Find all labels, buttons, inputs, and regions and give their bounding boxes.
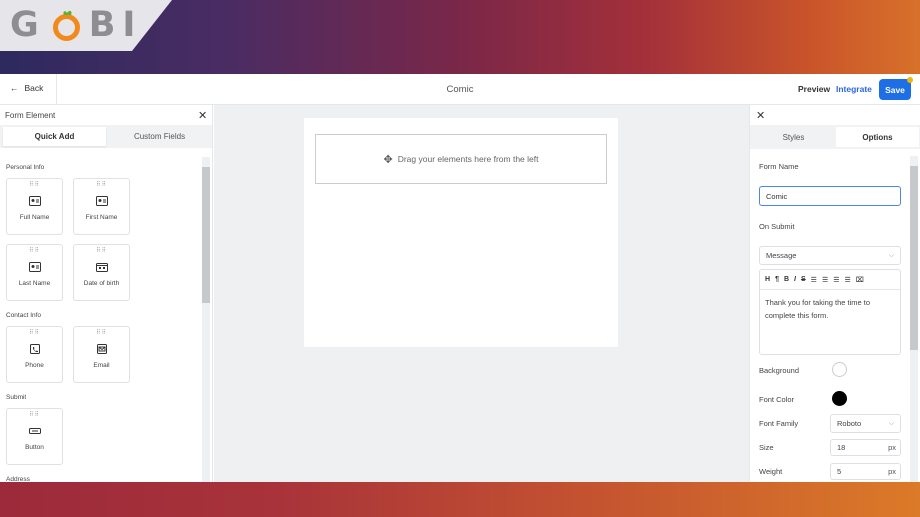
- element-label: Button: [25, 444, 44, 451]
- tab-options[interactable]: Options: [836, 127, 919, 147]
- element-label: Phone: [25, 362, 44, 369]
- gobi-logo: G BI: [10, 5, 141, 45]
- settings-panel: ✕ Styles Options Form Name Comic On Subm…: [749, 105, 920, 482]
- tab-custom-fields[interactable]: Custom Fields: [108, 127, 211, 146]
- on-submit-select[interactable]: Message ⌵: [759, 246, 901, 265]
- size-unit: px: [888, 443, 896, 452]
- divider: [56, 74, 57, 105]
- notification-dot: [907, 77, 913, 83]
- chevron-down-icon: ⌵: [888, 252, 894, 259]
- save-button[interactable]: Save: [879, 79, 911, 100]
- background-color-swatch[interactable]: [832, 362, 847, 377]
- element-label: Full Name: [19, 214, 50, 221]
- font-color-swatch[interactable]: [832, 391, 847, 406]
- section-submit: Submit: [6, 394, 27, 401]
- editor-topbar: ← Back Comic Preview Integrate Save: [0, 74, 920, 105]
- scrollbar-thumb[interactable]: [910, 166, 918, 350]
- weight-unit: px: [888, 467, 896, 476]
- element-label: Email: [93, 362, 110, 369]
- size-label: Size: [759, 443, 774, 452]
- element-button[interactable]: ⠿⠿ Button: [6, 408, 63, 465]
- back-button[interactable]: ← Back: [10, 74, 57, 105]
- drag-handle-icon: ⠿⠿: [96, 182, 107, 188]
- drag-handle-icon: ⠿⠿: [96, 330, 107, 336]
- element-date-of-birth[interactable]: ⠿⠿ Date of birth: [73, 244, 130, 301]
- form-name-input[interactable]: Comic: [759, 186, 901, 206]
- font-color-label: Font Color: [759, 395, 795, 404]
- message-text[interactable]: Thank you for taking the time to complet…: [760, 290, 900, 328]
- strikethrough-icon[interactable]: S: [801, 276, 806, 283]
- element-label: Last Name: [18, 280, 51, 287]
- dropzone[interactable]: ✥ Drag your elements here from the left: [315, 134, 607, 184]
- font-family-value: Roboto: [837, 419, 862, 428]
- settings-tabs: Styles Options: [750, 125, 920, 149]
- element-email[interactable]: ⠿⠿ Email: [73, 326, 130, 383]
- back-label: Back: [24, 83, 44, 93]
- drag-handle-icon: ⠿⠿: [29, 412, 40, 418]
- form-name-label: Form Name: [759, 162, 799, 171]
- align-center-icon[interactable]: ☰: [822, 276, 828, 284]
- move-icon: ✥: [383, 153, 393, 166]
- italic-icon[interactable]: I: [794, 276, 796, 283]
- weight-value: 5: [837, 467, 842, 476]
- form-element-panel: Form Element ✕ Quick Add Custom Fields P…: [0, 105, 213, 483]
- id-card-icon: [95, 196, 108, 206]
- tab-styles[interactable]: Styles: [752, 127, 835, 147]
- element-label: Date of birth: [83, 280, 120, 287]
- element-full-name[interactable]: ⠿⠿ Full Name: [6, 178, 63, 235]
- drag-handle-icon: ⠿⠿: [29, 182, 40, 188]
- weight-input[interactable]: 5 px: [830, 463, 901, 480]
- preview-link[interactable]: Preview: [798, 84, 830, 94]
- integrate-link[interactable]: Integrate: [836, 84, 872, 94]
- right-scrollbar[interactable]: [910, 156, 918, 482]
- on-submit-value: Message: [766, 251, 797, 260]
- scrollbar-thumb[interactable]: [202, 167, 210, 303]
- element-first-name[interactable]: ⠿⠿ First Name: [73, 178, 130, 235]
- element-phone[interactable]: ⠿⠿ Phone: [6, 326, 63, 383]
- id-card-icon: [28, 196, 41, 206]
- font-family-select[interactable]: Roboto ⌵: [830, 414, 901, 433]
- size-input[interactable]: 18 px: [830, 439, 901, 456]
- on-submit-label: On Submit: [759, 222, 795, 231]
- align-left-icon[interactable]: ☰: [811, 276, 817, 284]
- section-contact-info: Contact Info: [6, 312, 42, 319]
- section-personal-info: Personal Info: [6, 164, 45, 171]
- element-last-name[interactable]: ⠿⠿ Last Name: [6, 244, 63, 301]
- editor-toolbar: H ¶ B I S ☰ ☰ ☰ ☰ ⌧: [760, 270, 900, 290]
- brand-footer-band: [0, 482, 920, 517]
- calendar-icon: [95, 263, 108, 272]
- message-editor: H ¶ B I S ☰ ☰ ☰ ☰ ⌧ Thank you for taking…: [759, 269, 901, 355]
- drag-handle-icon: ⠿⠿: [29, 330, 40, 336]
- orange-o-logo-icon: [50, 9, 83, 42]
- drag-handle-icon: ⠿⠿: [96, 248, 107, 254]
- email-icon: [96, 344, 107, 354]
- font-family-label: Font Family: [759, 419, 799, 428]
- chevron-down-icon: ⌵: [888, 420, 894, 427]
- panel-title: Form Element: [5, 111, 56, 120]
- paragraph-icon[interactable]: ¶: [775, 276, 779, 283]
- size-value: 18: [837, 443, 846, 452]
- close-icon[interactable]: ✕: [756, 109, 765, 122]
- phone-icon: [29, 344, 40, 354]
- heading-icon[interactable]: H: [765, 276, 770, 283]
- left-scrollbar[interactable]: [202, 157, 210, 482]
- align-justify-icon[interactable]: ☰: [845, 276, 851, 284]
- align-right-icon[interactable]: ☰: [833, 276, 839, 284]
- background-label: Background: [759, 366, 800, 375]
- element-tabs: Quick Add Custom Fields: [0, 125, 212, 148]
- tab-quick-add[interactable]: Quick Add: [3, 127, 106, 146]
- attachment-icon[interactable]: ⌧: [856, 276, 864, 284]
- dropzone-text: Drag your elements here from the left: [397, 154, 539, 164]
- arrow-left-icon: ←: [10, 83, 19, 93]
- element-label: First Name: [85, 214, 118, 221]
- drag-handle-icon: ⠿⠿: [29, 248, 40, 254]
- id-card-icon: [28, 262, 41, 272]
- form-title: Comic: [446, 84, 474, 95]
- bold-icon[interactable]: B: [784, 276, 789, 283]
- weight-label: Weight: [759, 467, 783, 476]
- button-icon: [28, 428, 41, 434]
- close-icon[interactable]: ✕: [198, 109, 207, 122]
